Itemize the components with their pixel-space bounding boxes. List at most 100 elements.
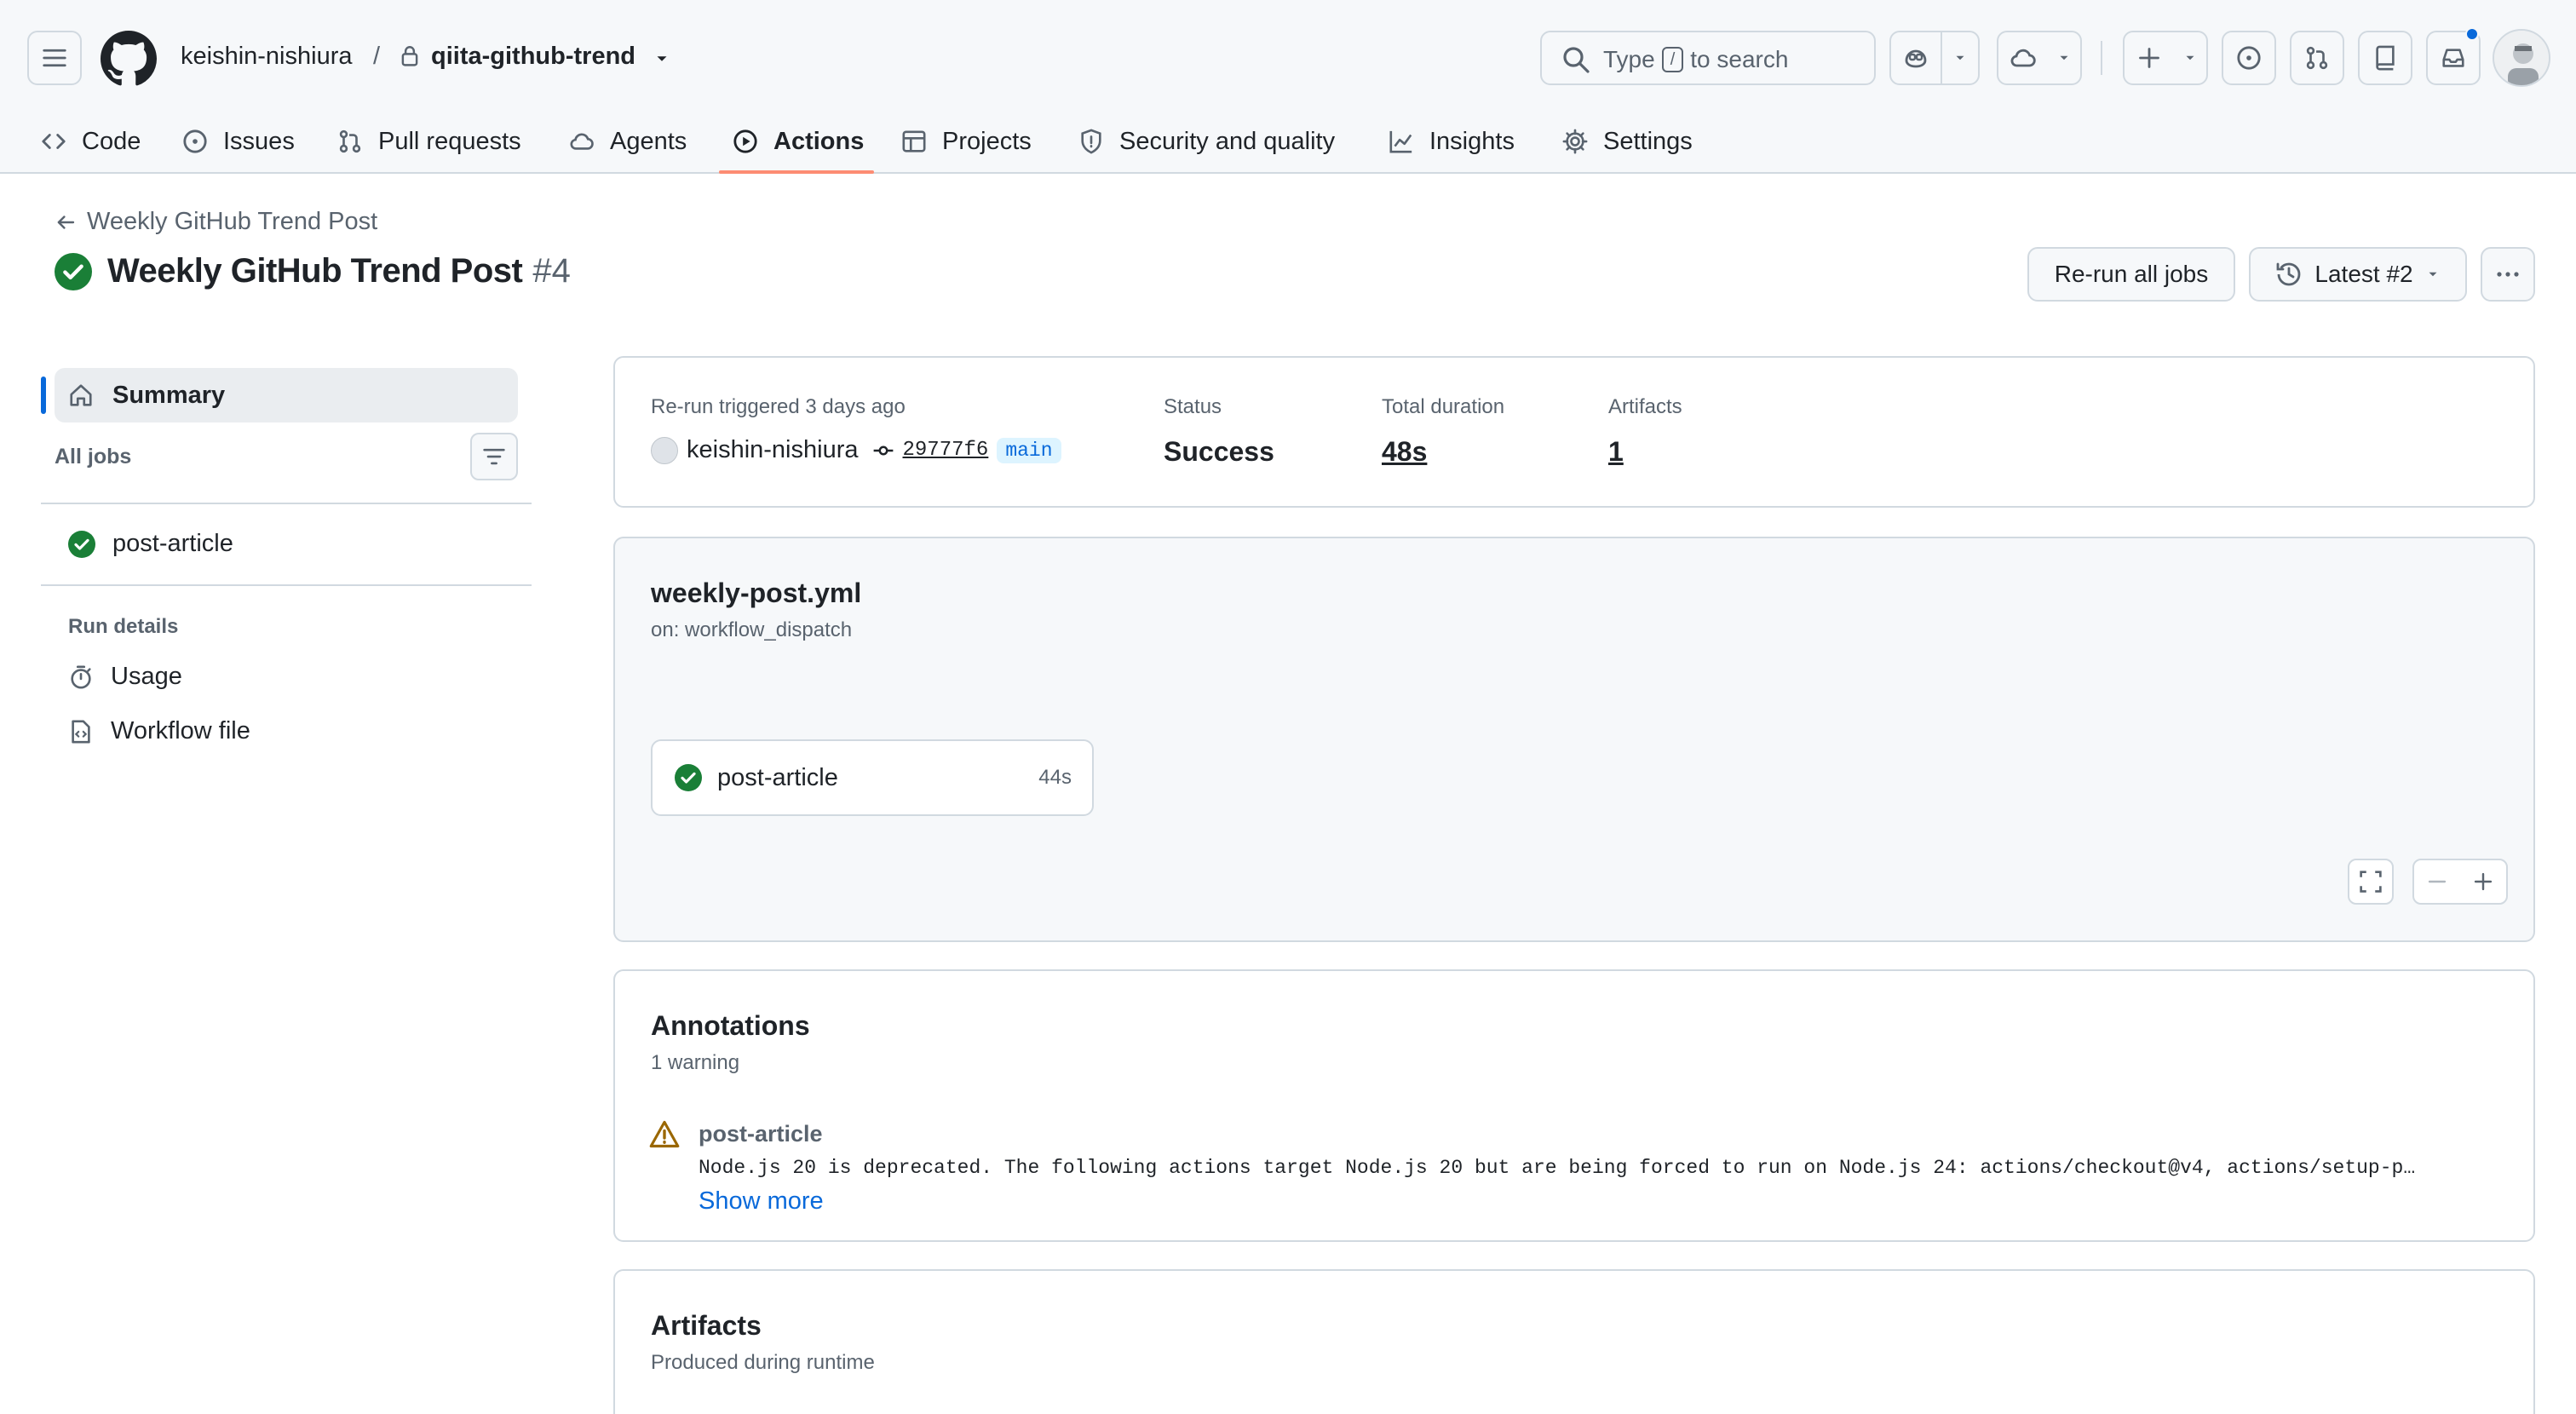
total-duration-label: Total duration <box>1382 395 1505 418</box>
back-to-workflow-link[interactable]: Weekly GitHub Trend Post <box>55 208 377 236</box>
git-pull-request-icon <box>339 129 361 153</box>
sidebar-item-workflow-file[interactable]: Workflow file <box>68 717 250 745</box>
artifacts-count-label: Artifacts <box>1608 395 1682 418</box>
rerun-all-jobs-label: Re-run all jobs <box>2054 261 2209 287</box>
history-icon <box>2276 262 2301 286</box>
tab-actions-label: Actions <box>773 127 865 155</box>
sidebar-divider <box>41 584 532 586</box>
header-divider <box>2101 41 2102 75</box>
home-icon <box>70 384 92 406</box>
run-title-row: Weekly GitHub Trend Post #4 <box>55 252 571 290</box>
job-card-duration: 44s <box>1038 766 1072 789</box>
workflow-graph-panel: weekly-post.yml on: workflow_dispatch po… <box>613 537 2535 942</box>
search-suffix: to search <box>1690 46 1789 72</box>
codespaces-split-button[interactable] <box>1997 31 2082 85</box>
tab-security[interactable]: Security and quality <box>1078 109 1335 174</box>
codespaces-menu-button[interactable] <box>2048 32 2080 83</box>
search-input[interactable]: Type / to search <box>1540 31 1876 85</box>
cloud-icon <box>2010 49 2036 67</box>
sidebar-item-workflow-file-label: Workflow file <box>111 717 250 744</box>
actor-name[interactable]: keishin-nishiura <box>687 436 859 464</box>
agents-icon <box>570 133 594 150</box>
tab-actions[interactable]: Actions <box>733 109 864 174</box>
create-new-button[interactable] <box>2125 32 2174 83</box>
actor-avatar[interactable] <box>651 436 678 464</box>
gear-icon <box>1562 129 1588 154</box>
file-code-icon <box>72 720 90 743</box>
search-icon <box>1563 47 1590 73</box>
tab-projects[interactable]: Projects <box>901 109 1032 174</box>
codespaces-button[interactable] <box>1998 32 2048 83</box>
tab-code[interactable]: Code <box>41 109 141 174</box>
issue-opened-icon <box>2237 46 2261 70</box>
tab-pull-requests[interactable]: Pull requests <box>337 109 521 174</box>
tab-insights[interactable]: Insights <box>1389 109 1515 174</box>
show-more-link[interactable]: Show more <box>699 1187 824 1216</box>
breadcrumb-repo[interactable]: qiita-github-trend <box>431 43 635 71</box>
tab-issues[interactable]: Issues <box>182 109 295 174</box>
branch-badge[interactable]: main <box>997 437 1061 463</box>
annotation-job-name[interactable]: post-article <box>699 1121 823 1147</box>
run-number: #4 <box>532 252 571 290</box>
filter-icon <box>483 448 505 465</box>
git-pull-request-icon <box>2306 46 2328 70</box>
filter-jobs-button[interactable] <box>470 433 518 480</box>
tab-agents[interactable]: Agents <box>569 109 687 174</box>
status-label: Status <box>1164 395 1222 418</box>
table-icon <box>902 130 926 152</box>
your-issues-button[interactable] <box>2222 31 2276 85</box>
triangle-down-icon <box>2060 55 2068 60</box>
annotations-subtitle: 1 warning <box>651 1051 740 1074</box>
selected-tab-indicator <box>719 170 874 174</box>
all-jobs-heading: All jobs <box>55 445 132 468</box>
trigger-label: Re-run triggered 3 days ago <box>651 395 906 418</box>
shield-icon <box>1081 129 1101 154</box>
repositories-button[interactable] <box>2358 31 2412 85</box>
user-avatar[interactable] <box>2493 29 2550 87</box>
artifacts-count-link[interactable]: 1 <box>1608 436 1624 468</box>
check-circle-fill-icon <box>675 764 702 791</box>
sidebar-item-summary[interactable]: Summary <box>55 368 518 422</box>
create-new-split-button[interactable] <box>2123 31 2208 85</box>
menu-button[interactable] <box>27 31 82 85</box>
repo-switcher-caret-icon[interactable] <box>653 49 671 68</box>
tab-agents-label: Agents <box>610 127 687 155</box>
copilot-icon <box>1905 49 1927 68</box>
fullscreen-button[interactable] <box>2348 859 2394 905</box>
copilot-split-button[interactable] <box>1889 31 1980 85</box>
github-logo-icon[interactable] <box>101 31 157 87</box>
latest-attempt-label: Latest #2 <box>2314 261 2413 287</box>
repo-navigation: Code Issues Pull requests Agents Actions… <box>0 109 2576 174</box>
latest-attempt-button[interactable]: Latest #2 <box>2249 247 2467 302</box>
issue-opened-icon <box>183 129 207 153</box>
copilot-menu-button[interactable] <box>1942 32 1978 83</box>
breadcrumb-owner[interactable]: keishin-nishiura <box>181 43 353 71</box>
job-card-post-article[interactable]: post-article 44s <box>651 739 1094 816</box>
zoom-out-button[interactable] <box>2414 860 2460 903</box>
zoom-in-button[interactable] <box>2460 860 2506 903</box>
commit-sha-link[interactable]: 29777f6 <box>903 439 989 462</box>
sidebar-item-usage[interactable]: Usage <box>68 663 182 691</box>
tab-security-label: Security and quality <box>1119 127 1336 155</box>
create-new-menu-button[interactable] <box>2174 32 2206 83</box>
search-placeholder: Type / to search <box>1603 46 1788 73</box>
more-options-button[interactable] <box>2481 247 2535 302</box>
kebab-horizontal-icon <box>2497 272 2519 277</box>
check-circle-fill-icon <box>68 530 95 558</box>
workflow-file-name: weekly-post.yml <box>651 578 862 608</box>
graph-icon <box>1389 130 1412 153</box>
triangle-down-icon <box>2186 55 2194 60</box>
stopwatch-icon <box>71 665 91 688</box>
tab-insights-label: Insights <box>1429 127 1515 155</box>
copilot-button[interactable] <box>1891 32 1942 83</box>
total-duration-link[interactable]: 48s <box>1382 436 1427 468</box>
tab-settings-label: Settings <box>1603 127 1693 155</box>
your-pull-requests-button[interactable] <box>2290 31 2344 85</box>
run-summary-panel: Re-run triggered 3 days ago keishin-nish… <box>613 356 2535 508</box>
sidebar-job-post-article[interactable]: post-article <box>68 530 233 558</box>
app-header: keishin-nishiura / qiita-github-trend Ty… <box>0 0 2576 174</box>
search-shortcut-key: / <box>1661 47 1684 72</box>
sidebar-item-summary-label: Summary <box>112 381 226 409</box>
tab-settings[interactable]: Settings <box>1562 109 1693 174</box>
rerun-all-jobs-button[interactable]: Re-run all jobs <box>2027 247 2235 302</box>
